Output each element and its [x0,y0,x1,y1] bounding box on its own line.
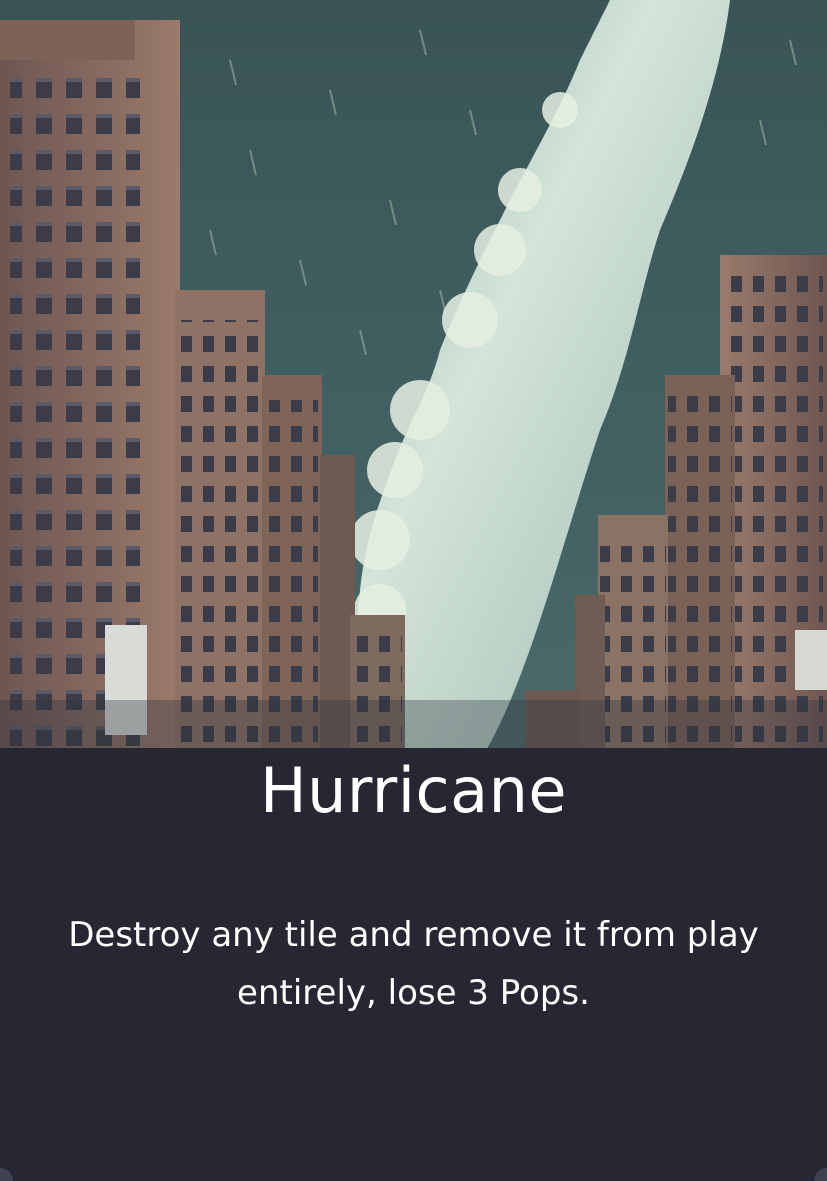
event-card[interactable]: Hurricane Destroy any tile and remove it… [0,0,827,1181]
card-artwork [0,0,827,800]
card-title: Hurricane [259,754,568,827]
card-description: Destroy any tile and remove it from play… [68,915,759,1013]
